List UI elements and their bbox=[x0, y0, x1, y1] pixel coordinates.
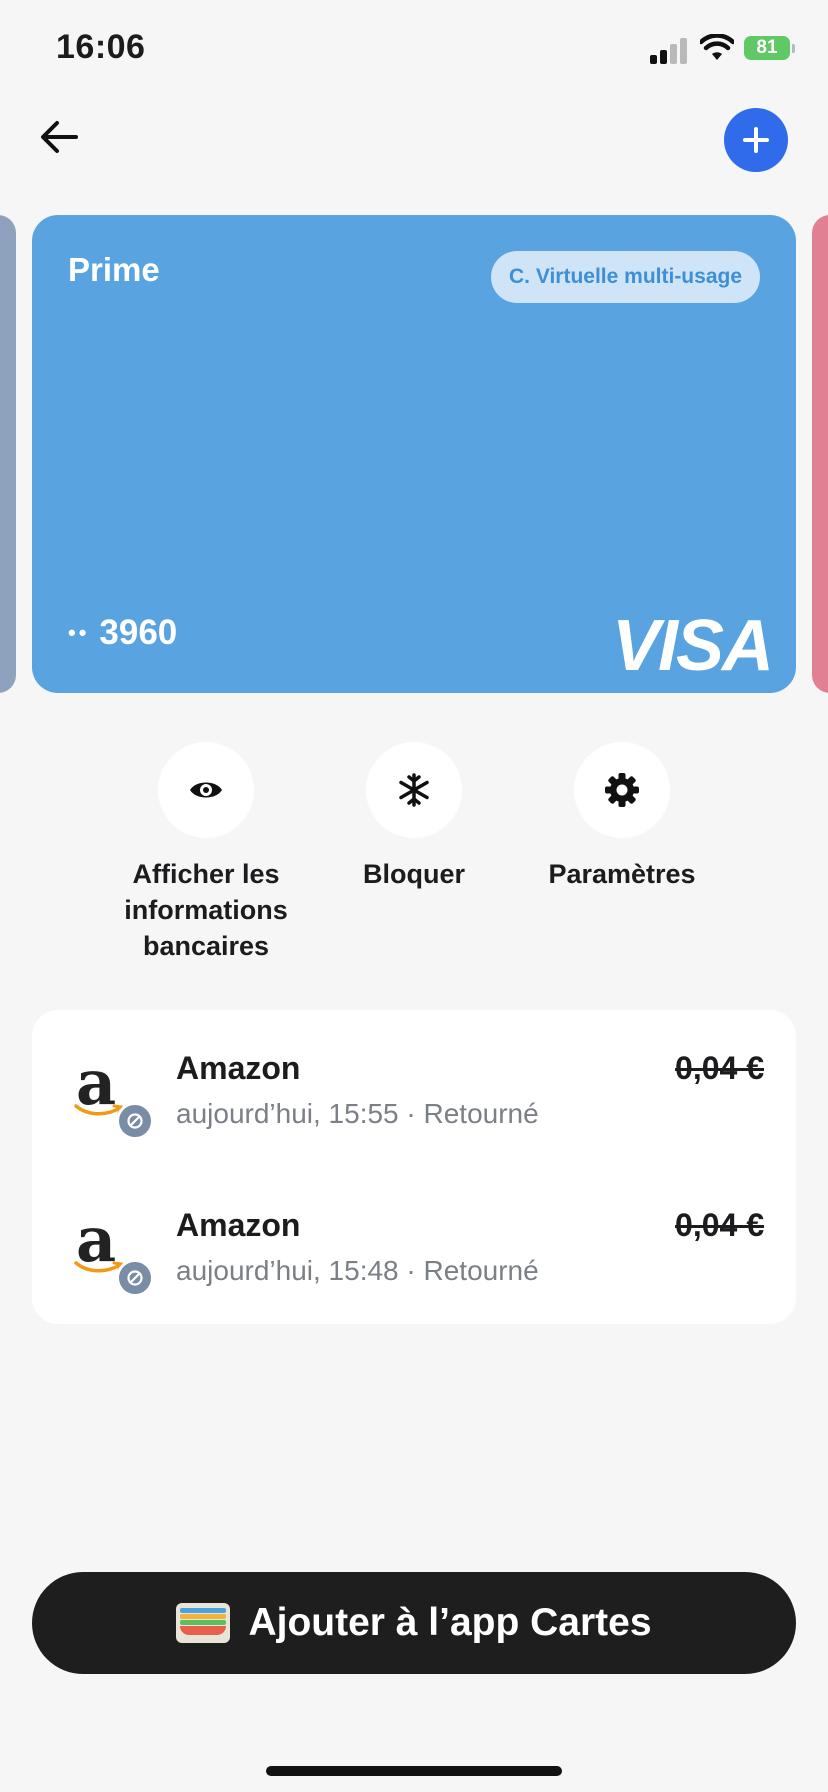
card-number: •• 3960 bbox=[68, 613, 177, 653]
settings-button[interactable]: Paramètres bbox=[522, 742, 722, 892]
blocked-icon bbox=[116, 1102, 154, 1140]
amazon-logo-icon: a bbox=[68, 1046, 154, 1140]
transaction-row[interactable]: a Amazon aujourd’hui, 15:55 · Retourné 0… bbox=[32, 1010, 796, 1167]
transaction-row[interactable]: a Amazon aujourd’hui, 15:48 · Retourné 0… bbox=[32, 1167, 796, 1324]
arrow-left-icon bbox=[41, 121, 78, 153]
card-name: Prime bbox=[68, 251, 160, 288]
blocked-icon bbox=[116, 1259, 154, 1297]
card-last-digits: 3960 bbox=[99, 613, 178, 652]
status-icons: 81 bbox=[650, 34, 795, 64]
transaction-meta: aujourd’hui, 15:55 · Retourné bbox=[176, 1098, 539, 1129]
transaction-meta: aujourd’hui, 15:48 · Retourné bbox=[176, 1255, 539, 1286]
visa-logo: VISA bbox=[611, 606, 774, 686]
card-type-badge: C. Virtuelle multi-usage bbox=[491, 251, 760, 303]
add-to-wallet-label: Ajouter à l’app Cartes bbox=[248, 1601, 652, 1644]
transaction-merchant: Amazon bbox=[176, 1207, 301, 1243]
amazon-logo-icon: a bbox=[68, 1203, 154, 1297]
wallet-icon bbox=[176, 1603, 231, 1643]
snowflake-icon bbox=[399, 773, 429, 807]
transaction-list: a Amazon aujourd’hui, 15:55 · Retourné 0… bbox=[32, 1010, 796, 1324]
action-icon-container bbox=[574, 742, 670, 838]
gear-icon bbox=[605, 773, 639, 807]
card-detail-screen: 16:06 81 Prime C. Virtuelle multi-usage … bbox=[0, 0, 828, 1792]
signal-icon bbox=[650, 38, 690, 64]
eye-icon bbox=[190, 782, 222, 798]
status-time: 16:06 bbox=[56, 28, 146, 66]
transaction-merchant: Amazon bbox=[176, 1050, 301, 1086]
show-card-details-button[interactable]: Afficher les informations bancaires bbox=[106, 742, 306, 964]
action-icon-container bbox=[158, 742, 254, 838]
action-label: Bloquer bbox=[362, 859, 465, 889]
next-card[interactable] bbox=[812, 215, 828, 693]
card-number-mask: •• bbox=[68, 620, 90, 645]
block-card-button[interactable]: Bloquer bbox=[314, 742, 514, 892]
battery-level: 81 bbox=[756, 37, 778, 58]
action-icon-container bbox=[366, 742, 462, 838]
plus-icon bbox=[743, 127, 769, 153]
virtual-card[interactable]: Prime C. Virtuelle multi-usage •• 3960 V… bbox=[32, 215, 796, 693]
home-indicator bbox=[266, 1766, 562, 1776]
previous-card[interactable] bbox=[0, 215, 16, 693]
action-label: Afficher les informations bancaires bbox=[124, 859, 288, 961]
add-to-wallet-button[interactable]: Ajouter à l’app Cartes bbox=[32, 1572, 796, 1674]
add-card-button[interactable] bbox=[724, 108, 788, 172]
back-button[interactable] bbox=[34, 112, 84, 162]
battery-tip bbox=[792, 44, 795, 53]
transaction-amount: 0,04 € bbox=[675, 1207, 764, 1243]
wifi-icon bbox=[700, 34, 734, 60]
battery-indicator: 81 bbox=[744, 36, 790, 60]
transaction-amount: 0,04 € bbox=[675, 1050, 764, 1086]
action-label: Paramètres bbox=[548, 859, 696, 889]
